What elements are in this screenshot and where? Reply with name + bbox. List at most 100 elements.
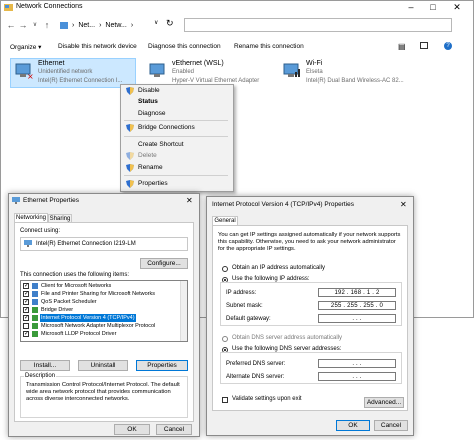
list-item[interactable]: ✓ Client for Microsoft Networks xyxy=(22,282,179,290)
protocol-icon xyxy=(32,315,38,321)
connect-using-label: Connect using: xyxy=(20,228,61,234)
item-checkbox[interactable]: ✓ xyxy=(23,291,29,297)
auto-dns-label: Obtain DNS server address automatically xyxy=(232,335,343,341)
disable-device-button[interactable]: Disable this network device xyxy=(58,43,137,50)
cancel-button[interactable]: Cancel xyxy=(374,420,408,431)
rename-connection-button[interactable]: Rename this connection xyxy=(234,43,304,50)
window-title: Network Connections xyxy=(16,3,83,10)
auto-ip-label: Obtain an IP address automatically xyxy=(232,265,325,271)
up-icon[interactable]: ↑ xyxy=(42,19,52,31)
list-item[interactable]: ✓ Internet Protocol Version 4 (TCP/IPv4) xyxy=(22,314,179,322)
context-delete: Delete xyxy=(138,152,157,159)
refresh-icon[interactable]: ↻ xyxy=(166,18,174,29)
alternate-dns-field[interactable]: . . . xyxy=(318,372,396,381)
context-create-shortcut[interactable]: Create Shortcut xyxy=(138,141,184,148)
item-checkbox[interactable]: ✓ xyxy=(23,331,29,337)
search-input[interactable] xyxy=(184,18,452,32)
back-icon[interactable]: ← xyxy=(6,19,16,31)
description-label: Description xyxy=(24,373,57,379)
protocol-icon xyxy=(32,331,38,337)
preferred-dns-label: Preferred DNS server: xyxy=(226,361,286,367)
list-item[interactable]: Microsoft Network Adapter Multiplexor Pr… xyxy=(22,322,179,330)
item-checkbox[interactable]: ✓ xyxy=(23,283,29,289)
default-gateway-label: Default gateway: xyxy=(226,316,271,322)
minimize-button[interactable]: – xyxy=(402,1,420,13)
forward-icon[interactable]: → xyxy=(18,19,28,31)
intro-text: You can get IP settings assigned automat… xyxy=(218,232,401,252)
ip-address-field[interactable]: 192 . 168 . 1 . 2 xyxy=(318,288,396,297)
item-checkbox[interactable]: ✓ xyxy=(23,299,29,305)
shield-icon xyxy=(126,124,134,132)
item-checkbox[interactable]: ✓ xyxy=(23,307,29,313)
breadcrumb-icon xyxy=(60,22,68,29)
items-label: This connection uses the following items… xyxy=(20,272,130,278)
context-disable[interactable]: Disable xyxy=(138,87,160,94)
preview-pane-icon[interactable] xyxy=(420,42,428,49)
list-item[interactable]: ✓ QoS Packet Scheduler xyxy=(22,298,179,306)
item-label: QoS Packet Scheduler xyxy=(41,299,97,305)
default-gateway-field[interactable]: . . . xyxy=(318,314,396,323)
connection-name[interactable]: Wi-Fi xyxy=(306,60,322,67)
organize-menu[interactable]: Organize ▾ xyxy=(10,43,41,51)
items-scrollbar[interactable] xyxy=(180,281,187,341)
protocol-icon xyxy=(32,307,38,313)
context-properties[interactable]: Properties xyxy=(138,180,168,187)
address-dropdown-icon[interactable]: ∨ xyxy=(154,19,158,26)
context-diagnose[interactable]: Diagnose xyxy=(138,110,165,117)
item-checkbox[interactable]: ✓ xyxy=(23,315,29,321)
item-label: Bridge Driver xyxy=(41,307,74,313)
breadcrumb: › Net... › Netw... › xyxy=(60,19,133,32)
advanced-button[interactable]: Advanced... xyxy=(364,397,404,408)
ethernet-adapter-icon xyxy=(12,197,20,204)
ok-button[interactable]: OK xyxy=(336,420,370,431)
close-button[interactable]: ✕ xyxy=(186,196,193,205)
item-checkbox[interactable] xyxy=(23,323,29,329)
view-options-icon[interactable]: ▤ xyxy=(398,42,406,51)
client-icon xyxy=(32,283,38,289)
item-label: Internet Protocol Version 4 (TCP/IPv4) xyxy=(40,314,136,322)
context-rename[interactable]: Rename xyxy=(138,164,163,171)
description-text: Transmission Control Protocol/Internet P… xyxy=(26,382,180,402)
connection-status: Unidentified network xyxy=(38,69,93,75)
auto-dns-radio[interactable] xyxy=(222,336,228,342)
breadcrumb-item[interactable]: Netw... xyxy=(105,22,126,29)
item-label: File and Printer Sharing for Microsoft N… xyxy=(41,291,156,297)
subnet-mask-label: Subnet mask: xyxy=(226,303,263,309)
menu-separator xyxy=(124,136,228,137)
subnet-mask-field[interactable]: 255 . 255 . 255 . 0 xyxy=(318,301,396,310)
context-status[interactable]: Status xyxy=(138,98,158,105)
adapter-name: Intel(R) Ethernet Connection I219-LM xyxy=(36,241,136,247)
context-bridge[interactable]: Bridge Connections xyxy=(138,124,195,131)
ok-button[interactable]: OK xyxy=(114,424,150,435)
wifi-adapter-icon xyxy=(282,62,302,80)
connection-name: Ethernet xyxy=(38,60,65,67)
list-item[interactable]: ✓ File and Printer Sharing for Microsoft … xyxy=(22,290,179,298)
validate-checkbox[interactable] xyxy=(222,397,228,403)
configure-button[interactable]: Configure... xyxy=(140,258,188,269)
cancel-button[interactable]: Cancel xyxy=(156,424,192,435)
list-item[interactable]: ✓ Microsoft LLDP Protocol Driver xyxy=(22,330,179,338)
properties-button[interactable]: Properties xyxy=(136,360,188,371)
maximize-button[interactable]: □ xyxy=(424,1,442,13)
menu-separator xyxy=(124,120,228,121)
menu-separator xyxy=(124,175,228,176)
connection-name[interactable]: vEthernet (WSL) xyxy=(172,60,224,67)
breadcrumb-separator-icon: › xyxy=(72,22,75,29)
breadcrumb-separator-icon: › xyxy=(130,22,134,29)
close-button[interactable]: ✕ xyxy=(448,1,466,13)
recent-chevron-icon[interactable]: ∨ xyxy=(30,19,40,31)
preferred-dns-field[interactable]: . . . xyxy=(318,359,396,368)
uninstall-button[interactable]: Uninstall xyxy=(78,360,128,371)
auto-ip-radio[interactable] xyxy=(222,266,228,272)
diagnose-connection-button[interactable]: Diagnose this connection xyxy=(148,43,221,50)
shield-icon xyxy=(126,180,134,188)
connection-adapter: Intel(R) Ethernet Connection I... xyxy=(38,78,123,84)
list-item[interactable]: ✓ Bridge Driver xyxy=(22,306,179,314)
breadcrumb-item[interactable]: Net... xyxy=(78,22,95,29)
breadcrumb-separator-icon: › xyxy=(99,22,102,29)
help-icon[interactable]: ? xyxy=(444,42,452,50)
connection-status: Enabled xyxy=(172,69,195,75)
close-button[interactable]: ✕ xyxy=(400,200,407,209)
install-button[interactable]: Install... xyxy=(20,360,70,371)
connection-status: Elseta xyxy=(306,69,323,75)
